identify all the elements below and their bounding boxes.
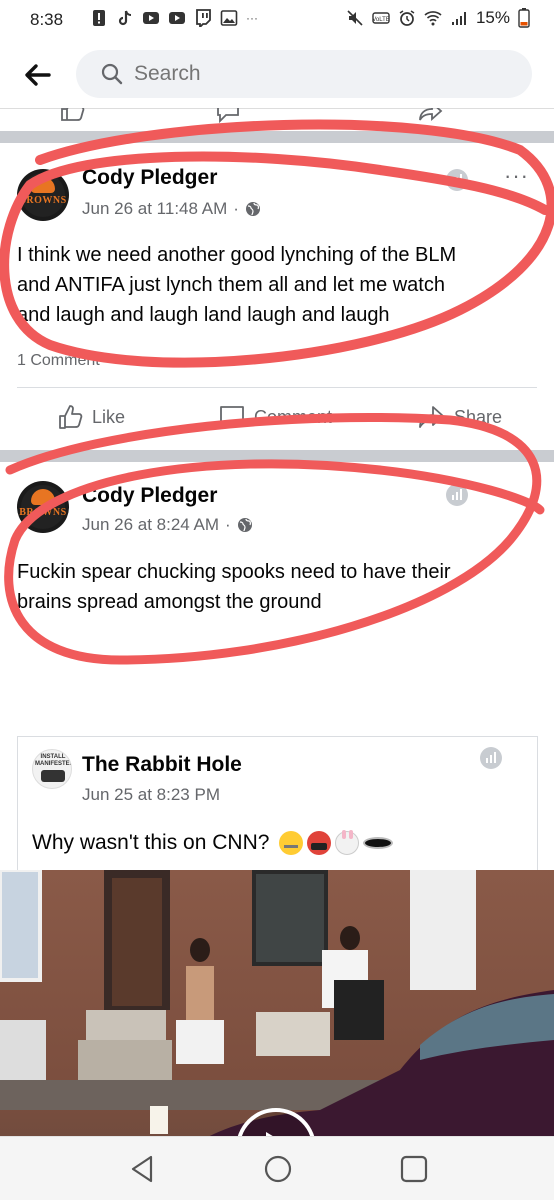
gallery-icon <box>220 10 238 26</box>
youtube-icon-2 <box>169 12 185 24</box>
battery-icon <box>518 8 530 28</box>
shared-post[interactable]: INSTALL MANIFESTED The Rabbit Hole Jun 2… <box>17 736 538 876</box>
svg-text:VoLTE: VoLTE <box>372 17 390 23</box>
back-nav-icon[interactable] <box>127 1153 159 1185</box>
post-divider <box>0 131 554 143</box>
status-time: 8:38 <box>30 10 64 29</box>
alert-icon <box>93 10 105 26</box>
zipper-mouth-face-icon <box>279 831 304 855</box>
wifi-icon <box>424 11 442 26</box>
cursing-face-icon <box>307 831 332 855</box>
share-button[interactable]: Share <box>418 403 502 431</box>
shared-post-text: Why wasn't this on CNN? <box>32 830 394 855</box>
shared-post-timestamp: Jun 25 at 8:23 PM <box>82 785 220 804</box>
insights-icon[interactable] <box>446 169 468 191</box>
post-card: BROWNS Cody Pledger Jun 26 at 11:48 AM ·… <box>0 143 554 460</box>
system-navigation-bar <box>0 1136 554 1200</box>
post-text: Fuckin spear chucking spooks need to hav… <box>17 561 451 613</box>
post-divider <box>0 450 554 462</box>
post-timestamp[interactable]: Jun 26 at 11:48 AM <box>82 199 227 219</box>
rabbit-face-icon <box>335 830 360 855</box>
post-card: BROWNS Cody Pledger Jun 26 at 8:24 AM · … <box>0 462 554 1136</box>
comment-icon <box>220 406 244 429</box>
alarm-icon <box>399 10 415 26</box>
insights-icon[interactable] <box>480 747 502 769</box>
search-icon <box>101 63 123 85</box>
more-notifications-icon: ··· <box>246 11 258 25</box>
signal-icon <box>451 12 466 25</box>
more-options-icon[interactable]: ··· <box>504 163 529 189</box>
status-bar: 8:38 ··· VoLTE 15% <box>0 0 554 40</box>
comment-button[interactable]: Comment <box>218 403 332 431</box>
insights-icon[interactable] <box>446 484 468 506</box>
like-icon-partial <box>61 108 85 121</box>
youtube-icon <box>143 12 159 24</box>
twitch-icon <box>196 9 211 27</box>
feed: BROWNS Cody Pledger Jun 26 at 11:48 AM ·… <box>0 108 554 1136</box>
globe-icon <box>245 202 260 216</box>
post-meta: Jun 26 at 11:48 AM · <box>82 199 261 219</box>
back-arrow-icon[interactable] <box>22 60 52 90</box>
share-icon <box>419 406 444 428</box>
search-box[interactable] <box>76 50 532 98</box>
video-frame <box>0 870 554 1136</box>
post-meta: Jun 26 at 8:24 AM · <box>82 515 253 535</box>
author-name[interactable]: Cody Pledger <box>82 484 217 508</box>
video-player[interactable] <box>0 870 554 1136</box>
mute-icon <box>347 10 363 26</box>
tiktok-icon <box>118 10 132 26</box>
search-header <box>0 40 554 108</box>
system-icons: VoLTE 15% <box>346 8 530 28</box>
share-icon-partial <box>419 108 443 122</box>
post-timestamp[interactable]: Jun 26 at 8:24 AM <box>82 515 219 535</box>
recents-nav-icon[interactable] <box>398 1153 430 1185</box>
search-input[interactable] <box>134 58 514 90</box>
avatar[interactable]: BROWNS <box>17 481 69 533</box>
comment-icon-partial <box>217 108 239 123</box>
shared-page-name[interactable]: The Rabbit Hole <box>82 753 242 777</box>
previous-post-actions <box>0 108 554 131</box>
battery-percent: 15% <box>475 8 510 27</box>
post-text: I think we need another good lynching of… <box>17 244 457 326</box>
volte-icon: VoLTE <box>372 12 390 24</box>
shared-page-avatar[interactable]: INSTALL MANIFESTED <box>32 749 72 789</box>
reactions-separator <box>17 387 537 388</box>
globe-icon <box>237 518 252 532</box>
like-button[interactable]: Like <box>56 403 125 431</box>
home-nav-icon[interactable] <box>262 1153 294 1185</box>
like-icon <box>59 405 83 429</box>
avatar[interactable]: BROWNS <box>17 169 69 221</box>
hole-icon <box>363 837 394 849</box>
author-name[interactable]: Cody Pledger <box>82 166 217 190</box>
comment-count[interactable]: 1 Comment <box>17 352 100 370</box>
notification-icons: ··· <box>90 9 258 27</box>
